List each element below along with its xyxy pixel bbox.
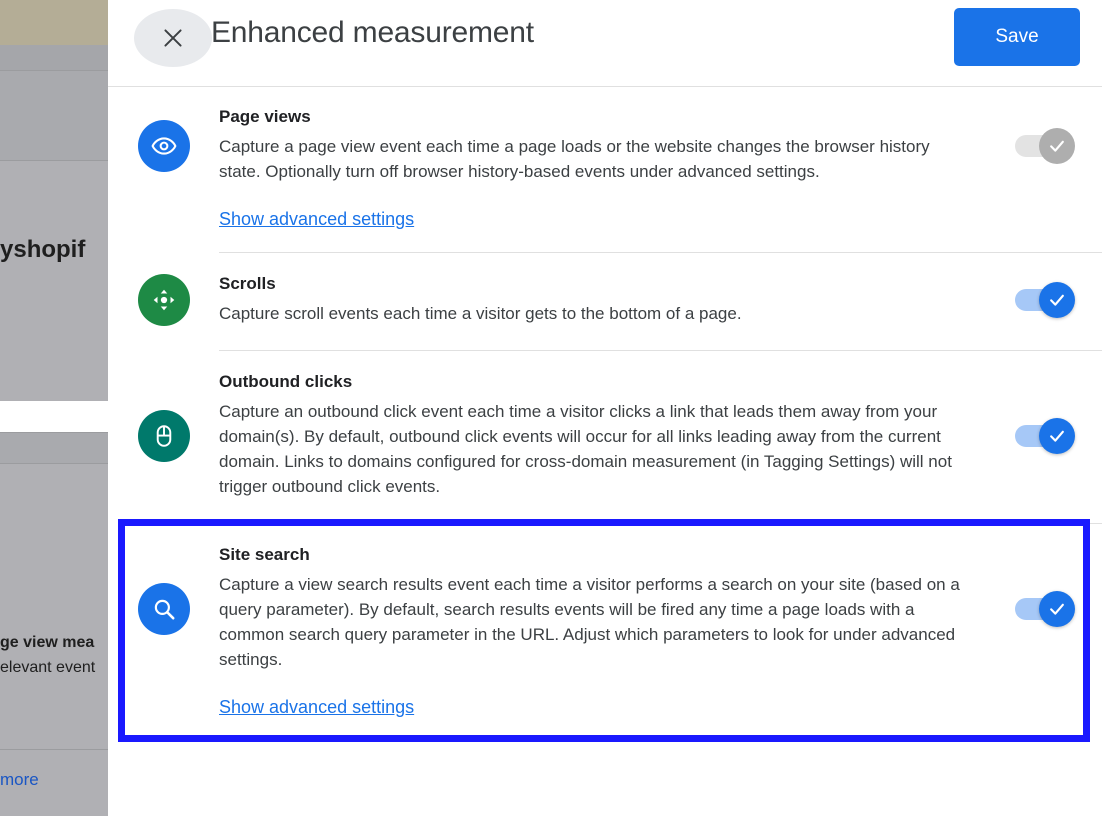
- background-band: [0, 45, 108, 70]
- close-icon: [160, 25, 186, 51]
- background-band: [0, 71, 108, 160]
- setting-title: Site search: [219, 545, 310, 564]
- dialog-header: Enhanced measurement Save: [108, 0, 1102, 87]
- setting-toggle-column: [984, 545, 1102, 627]
- background-text: ge view mea: [0, 634, 95, 651]
- setting-title: Scrolls: [219, 274, 276, 293]
- setting-toggle-column: [984, 372, 1102, 454]
- close-button[interactable]: [134, 9, 212, 67]
- setting-title: Page views: [219, 107, 311, 126]
- background-band: [0, 433, 108, 463]
- background-band: [0, 161, 108, 401]
- setting-toggle-column: [984, 107, 1102, 164]
- setting-description: Capture a view search results event each…: [219, 575, 960, 669]
- setting-text-column: Site search Capture a view search result…: [219, 545, 984, 718]
- setting-row-scrolls: Scrolls Capture scroll events each time …: [108, 252, 1102, 350]
- scroll-move-icon: [137, 274, 190, 326]
- setting-description: Capture scroll events each time a visito…: [219, 304, 742, 323]
- setting-icon-column: [108, 274, 219, 326]
- toggle-outbound-clicks[interactable]: [1015, 417, 1075, 454]
- toggle-scrolls[interactable]: [1015, 282, 1075, 318]
- search-icon: [137, 582, 190, 635]
- toggle-knob: [1039, 282, 1075, 318]
- background-top-banner: [0, 0, 108, 45]
- page-title: Enhanced measurement: [211, 16, 534, 49]
- toggle-knob: [1039, 417, 1075, 454]
- row-divider: [219, 252, 1102, 253]
- check-icon: [1050, 294, 1064, 306]
- show-advanced-settings-link[interactable]: Show advanced settings: [219, 209, 414, 230]
- show-advanced-settings-link[interactable]: Show advanced settings: [219, 697, 414, 718]
- check-icon: [1050, 603, 1064, 615]
- background-text: elevant event: [0, 659, 96, 676]
- check-icon: [1050, 140, 1064, 152]
- setting-row-outbound-clicks: Outbound clicks Capture an outbound clic…: [108, 350, 1102, 523]
- mouse-icon: [137, 409, 190, 462]
- row-divider: [219, 523, 1102, 524]
- row-divider: [219, 350, 1102, 351]
- setting-icon-column: [108, 545, 219, 635]
- setting-text-column: Page views Capture a page view event eac…: [219, 107, 984, 230]
- toggle-page-views[interactable]: [1015, 127, 1075, 164]
- background-band: [0, 464, 108, 749]
- check-icon: [1050, 430, 1064, 442]
- setting-row-page-views: Page views Capture a page view event eac…: [108, 87, 1102, 252]
- setting-title: Outbound clicks: [219, 372, 353, 391]
- setting-text-column: Outbound clicks Capture an outbound clic…: [219, 372, 984, 499]
- setting-row-site-search: Site search Capture a view search result…: [108, 523, 1102, 740]
- background-text: yshopif: [0, 236, 86, 263]
- enhanced-measurement-dialog: Enhanced measurement Save Page views Cap…: [108, 0, 1102, 816]
- setting-text-column: Scrolls Capture scroll events each time …: [219, 274, 984, 326]
- eye-icon: [137, 119, 190, 172]
- toggle-site-search[interactable]: [1015, 590, 1075, 627]
- toggle-knob: [1039, 127, 1075, 164]
- toggle-knob: [1039, 590, 1075, 627]
- setting-description: Capture an outbound click event each tim…: [219, 402, 952, 496]
- setting-description: Capture a page view event each time a pa…: [219, 137, 930, 181]
- settings-list: Page views Capture a page view event eac…: [108, 87, 1102, 740]
- setting-icon-column: [108, 107, 219, 172]
- background-text: more: [0, 770, 39, 789]
- save-button[interactable]: Save: [954, 8, 1080, 66]
- setting-toggle-column: [984, 274, 1102, 318]
- setting-icon-column: [108, 372, 219, 462]
